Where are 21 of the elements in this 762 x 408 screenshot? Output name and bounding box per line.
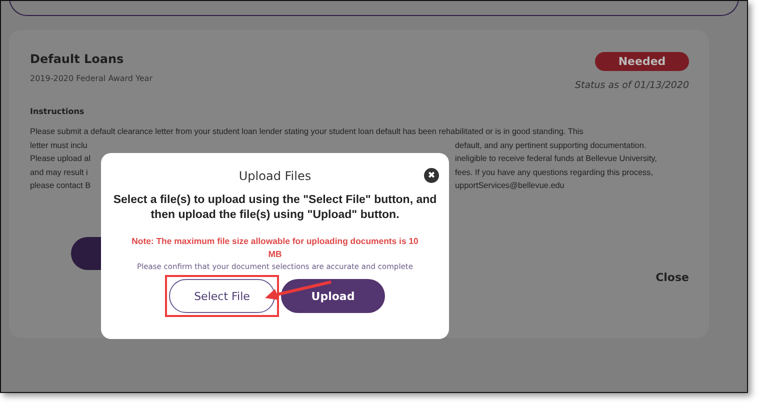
- dialog-message: Select a file(s) to upload using the "Select File" button, and then upload the file(s) using "Upload" button.: [112, 193, 438, 223]
- instructions-text: default, and any pertinent supporting documentation.: [455, 140, 648, 152]
- instructions-text: please contact B: [30, 180, 91, 192]
- file-size-note: Note: The maximum file size allowable for uploading documents is 10 MB: [130, 235, 420, 261]
- card-title: Default Loans: [30, 52, 125, 66]
- close-icon[interactable]: ✖: [424, 168, 439, 183]
- dialog-title: Upload Files: [238, 169, 312, 183]
- upload-button[interactable]: Upload: [281, 279, 385, 313]
- instructions-text: Please submit a default clearance letter from your student loan lender stating your student loan default has been rehabilitated or is in good standing. This: [30, 126, 584, 138]
- status-date: Status as of 01/13/2020: [574, 80, 689, 91]
- instructions-heading: Instructions: [30, 107, 86, 116]
- award-year: 2019-2020 Federal Award Year: [30, 74, 152, 83]
- status-badge: Needed: [595, 52, 689, 71]
- instructions-text: ineligible to receive federal funds at Bellevue University,: [455, 153, 658, 165]
- instructions-text: Please upload al: [30, 153, 91, 165]
- instructions-text: letter must inclu: [30, 140, 88, 152]
- close-link[interactable]: Close: [656, 270, 689, 284]
- instructions-text: fees. If you have any questions regarding this process,: [455, 166, 654, 179]
- select-file-button[interactable]: Select File: [169, 279, 275, 313]
- instructions-text: and may result i: [30, 166, 88, 179]
- instructions-text: upportServices@bellevue.edu: [455, 180, 566, 192]
